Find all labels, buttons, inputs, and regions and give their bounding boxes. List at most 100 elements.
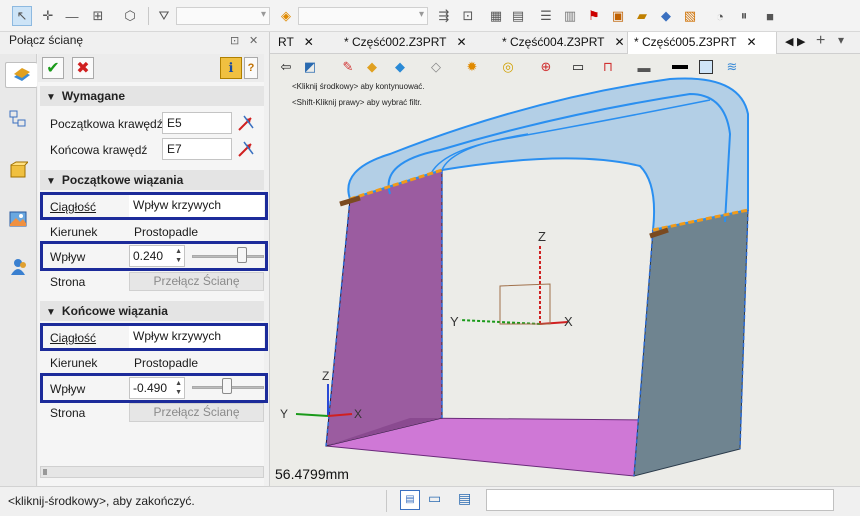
- scroll-thumb[interactable]: [43, 469, 47, 475]
- text-mode-icon[interactable]: ▤: [400, 490, 420, 510]
- cube-icon[interactable]: ◆: [656, 6, 676, 26]
- tab-history-icon[interactable]: [5, 106, 31, 132]
- corner-y-label: Y: [280, 407, 288, 421]
- axis-z-label: Z: [538, 229, 546, 244]
- new-tab-icon[interactable]: +: [816, 32, 825, 50]
- add-point-icon[interactable]: ⊞: [88, 6, 108, 26]
- measurement-readout: 56.4799mm: [275, 466, 349, 482]
- model-canvas[interactable]: Z Y X Z Y X: [270, 54, 860, 486]
- right-face: [633, 209, 749, 477]
- folder-icon[interactable]: ▰: [632, 6, 652, 26]
- end-influence-spinner[interactable]: -0.490 ▲ ▼: [129, 377, 185, 399]
- start-influence-slider[interactable]: [192, 255, 264, 258]
- command-input[interactable]: [486, 489, 834, 511]
- help-icon[interactable]: ?: [244, 57, 258, 79]
- cancel-button[interactable]: ✖: [72, 57, 94, 79]
- ok-button[interactable]: ✔: [42, 57, 64, 79]
- tab-part-partial[interactable]: RT ✕: [272, 32, 314, 54]
- move-icon[interactable]: ✛: [38, 6, 58, 26]
- rows-icon[interactable]: ☰: [536, 6, 556, 26]
- section-end-header[interactable]: ▼ Końcowe wiązania: [40, 301, 264, 321]
- section-required-title: Wymagane: [61, 89, 126, 103]
- start-direction-label: Kierunek: [50, 225, 98, 239]
- pause-icon[interactable]: ⏸: [734, 6, 754, 26]
- close-icon[interactable]: ✕: [304, 35, 314, 49]
- close-icon[interactable]: ✕: [457, 35, 467, 49]
- filter-combo[interactable]: [176, 7, 270, 25]
- monitor-icon[interactable]: ▭: [428, 490, 441, 507]
- layers-icon[interactable]: ▦: [486, 6, 506, 26]
- section-required-header[interactable]: ▼ Wymagane: [40, 86, 264, 106]
- calendar-icon[interactable]: ▣: [608, 6, 628, 26]
- stop-icon[interactable]: ■: [760, 6, 780, 26]
- start-switch-face-button[interactable]: Przełącz Ścianę: [129, 272, 264, 291]
- axis-x-label: X: [564, 314, 573, 329]
- tab-feature-icon[interactable]: [5, 62, 37, 88]
- tab-parts-icon[interactable]: [5, 158, 31, 184]
- start-direction-value[interactable]: Prostopadle: [134, 225, 198, 239]
- tab-image-icon[interactable]: [5, 206, 31, 232]
- end-switch-face-button[interactable]: Przełącz Ścianę: [129, 403, 264, 422]
- pin-icon[interactable]: ⊡: [230, 34, 239, 47]
- panel-close-icon[interactable]: ✕: [249, 34, 258, 47]
- filter-icon[interactable]: ⛛: [154, 6, 174, 26]
- list-icon[interactable]: ▤: [458, 490, 471, 507]
- end-edge-field[interactable]: E7: [162, 138, 232, 160]
- view-combo[interactable]: [298, 7, 428, 25]
- start-influence-thumb[interactable]: [236, 247, 247, 263]
- start-edge-field[interactable]: E5: [162, 112, 232, 134]
- speed-icon[interactable]: ◔: [710, 6, 730, 26]
- close-icon[interactable]: ✕: [747, 35, 757, 49]
- panel-title: Połącz ścianę: [9, 33, 84, 47]
- end-influence-value[interactable]: -0.490: [133, 381, 167, 395]
- info-button[interactable]: ℹ: [220, 57, 242, 79]
- end-influence-thumb[interactable]: [221, 378, 232, 394]
- reverse-start-icon[interactable]: [236, 113, 256, 133]
- close-icon[interactable]: ✕: [615, 35, 625, 49]
- section-start-header[interactable]: ▼ Początkowe wiązania: [40, 170, 264, 190]
- start-influence-value[interactable]: 0.240: [133, 249, 163, 263]
- spinner-arrows-icon[interactable]: ▲ ▼: [175, 247, 182, 265]
- tab-part002[interactable]: * Część002.Z3PRT ✕: [338, 32, 467, 54]
- reverse-end-icon[interactable]: [236, 139, 256, 159]
- align-icon[interactable]: ⇶: [434, 6, 454, 26]
- end-continuity-field[interactable]: Wpływ krzywych: [129, 326, 264, 348]
- tab-prev-icon[interactable]: ◀: [785, 35, 793, 48]
- start-edge-label: Początkowa krawędź: [50, 117, 163, 131]
- tab-menu-icon[interactable]: ▾: [838, 33, 844, 47]
- corner-x-label: X: [354, 407, 362, 421]
- tab-part005[interactable]: * Część005.Z3PRT ✕: [627, 32, 777, 54]
- start-influence-label: Wpływ: [50, 250, 86, 264]
- start-continuity-label: Ciągłość: [50, 200, 97, 214]
- vertical-tabs: [0, 54, 37, 486]
- select-cursor-icon[interactable]: ↖: [12, 6, 32, 26]
- end-influence-label: Wpływ: [50, 382, 86, 396]
- grid-select-icon[interactable]: ⊡: [458, 6, 478, 26]
- polygon-icon[interactable]: ⬡: [120, 6, 140, 26]
- tab-label: * Część002.Z3PRT: [344, 35, 447, 49]
- chart-icon[interactable]: ▤: [508, 6, 528, 26]
- minus-icon[interactable]: —: [62, 6, 82, 26]
- start-side-label: Strona: [50, 275, 86, 289]
- corner-z-label: Z: [322, 369, 329, 383]
- end-direction-label: Kierunek: [50, 356, 98, 370]
- tab-users-icon[interactable]: [5, 254, 31, 280]
- tab-next-icon[interactable]: ▶: [797, 35, 805, 48]
- panel-scrollbar[interactable]: [40, 466, 264, 478]
- tab-label: RT: [278, 35, 294, 49]
- start-continuity-field[interactable]: Wpływ krzywych: [129, 195, 264, 217]
- end-direction-value[interactable]: Prostopadle: [134, 356, 198, 370]
- start-influence-spinner[interactable]: 0.240 ▲ ▼: [129, 245, 185, 267]
- status-text: <kliknij-środkowy>, aby zakończyć.: [8, 494, 195, 508]
- end-edge-label: Końcowa krawędź: [50, 143, 148, 157]
- view-cube-icon[interactable]: ◈: [276, 6, 296, 26]
- left-face: [325, 169, 443, 447]
- tab-label: * Część005.Z3PRT: [634, 35, 737, 49]
- layers2-icon[interactable]: ▥: [560, 6, 580, 26]
- section-start-title: Początkowe wiązania: [61, 173, 184, 187]
- flag-icon[interactable]: ⚑: [584, 6, 604, 26]
- box-icon[interactable]: ▧: [680, 6, 700, 26]
- tab-label: * Część004.Z3PRT: [502, 35, 605, 49]
- spinner-arrows-icon[interactable]: ▲ ▼: [175, 379, 182, 397]
- tab-part004[interactable]: * Część004.Z3PRT ✕: [496, 32, 625, 54]
